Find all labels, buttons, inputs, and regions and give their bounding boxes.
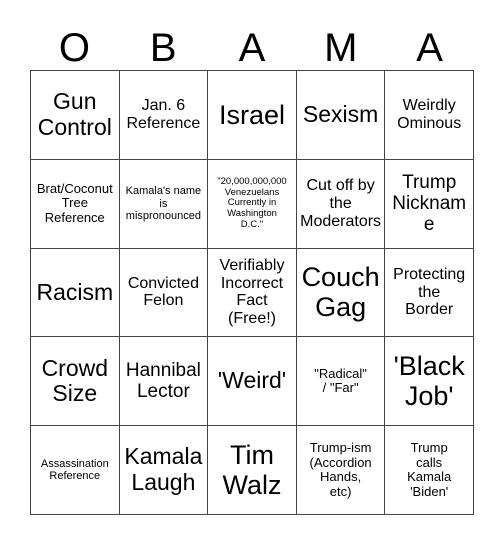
bingo-cell-label: Couch Gag [301, 262, 380, 323]
bingo-card: O B A M A Gun Control Jan. 6 Reference I… [0, 0, 500, 544]
bingo-cell-label: Hannibal Lector [125, 360, 201, 403]
bingo-cell-label: 'Weird' [217, 367, 287, 394]
bingo-cell-label: Trump-ism (Accordion Hands, etc) [309, 440, 372, 499]
bingo-cell-label: Tim Walz [222, 439, 282, 501]
bingo-cell-label: Racism [36, 278, 114, 305]
bingo-cell[interactable]: Trump-ism (Accordion Hands, etc) [296, 426, 386, 515]
header-letter-3: M [324, 26, 358, 70]
bingo-cell-label: Israel [218, 99, 285, 130]
bingo-cell[interactable]: Jan. 6 Reference [119, 71, 209, 160]
bingo-cell-label: Brat/Coconut Tree Reference [36, 180, 113, 225]
header-letter-2: A [238, 26, 266, 70]
bingo-cell[interactable]: Trump calls Kamala 'Biden' [385, 426, 474, 515]
bingo-cell[interactable]: Trump Nickname [385, 159, 474, 249]
bingo-cell[interactable]: Hannibal Lector [119, 337, 209, 427]
bingo-cell-label: Gun Control [37, 88, 112, 140]
bingo-cell[interactable]: "Radical" / "Far" [296, 337, 386, 427]
bingo-cell[interactable]: Crowd Size [31, 337, 120, 427]
bingo-cell-label: Weirdly Ominous [397, 96, 462, 132]
bingo-cell-label: Kamala Laugh [124, 443, 203, 496]
bingo-grid: Gun Control Jan. 6 Reference Israel Sexi… [30, 70, 474, 515]
header-letter-1: B [149, 26, 177, 70]
bingo-cell-label: 'Black Job' [393, 351, 465, 412]
bingo-cell[interactable]: 'Weird' [208, 337, 297, 427]
bingo-cell[interactable]: Tim Walz [208, 426, 297, 515]
bingo-cell-label: Protecting the Border [393, 265, 466, 319]
bingo-cell-label: Jan. 6 Reference [126, 96, 201, 132]
bingo-cell-label: Cut off by the Moderators [300, 176, 382, 230]
bingo-cell[interactable]: Racism [31, 248, 120, 338]
header-letter-4: A [416, 26, 443, 70]
bingo-cell-label: Trump Nickname [392, 171, 467, 236]
bingo-cell-label: "Radical" / "Far" [314, 365, 367, 396]
bingo-cell[interactable]: Couch Gag [296, 248, 386, 338]
bingo-cell[interactable]: Sexism [296, 71, 386, 160]
bingo-header-letters: O B A M A [30, 14, 474, 70]
header-letter-0: O [58, 26, 90, 70]
bingo-cell[interactable]: Cut off by the Moderators [296, 159, 386, 249]
bingo-cell[interactable]: Protecting the Border [385, 248, 474, 338]
bingo-cell[interactable]: Israel [208, 71, 297, 160]
bingo-cell-label: Convicted Felon [127, 274, 199, 310]
bingo-cell[interactable]: Kamala's name is mispronounced [119, 159, 209, 249]
bingo-cell[interactable]: Convicted Felon [119, 248, 209, 338]
bingo-cell[interactable]: Kamala Laugh [119, 426, 209, 515]
bingo-cell-label: Crowd Size [41, 354, 109, 407]
bingo-cell-label: "20,000,000,000 Venezuelans Currently in… [217, 176, 287, 230]
bingo-cell[interactable]: Verifiably Incorrect Fact (Free!) [208, 248, 297, 338]
bingo-cell-label: Kamala's name is mispronounced [125, 185, 202, 222]
bingo-cell-label: Sexism [302, 101, 379, 128]
bingo-cell-label: Trump calls Kamala 'Biden' [407, 440, 452, 499]
bingo-cell-label: Assassination Reference [40, 457, 109, 483]
bingo-cell[interactable]: 'Black Job' [385, 337, 474, 427]
bingo-cell[interactable]: Assassination Reference [31, 426, 120, 515]
bingo-cell[interactable]: Weirdly Ominous [385, 71, 474, 160]
bingo-cell[interactable]: "20,000,000,000 Venezuelans Currently in… [208, 159, 297, 249]
bingo-cell[interactable]: Brat/Coconut Tree Reference [31, 159, 120, 249]
bingo-cell-label: Verifiably Incorrect Fact (Free!) [219, 256, 285, 328]
bingo-cell[interactable]: Gun Control [31, 71, 120, 160]
